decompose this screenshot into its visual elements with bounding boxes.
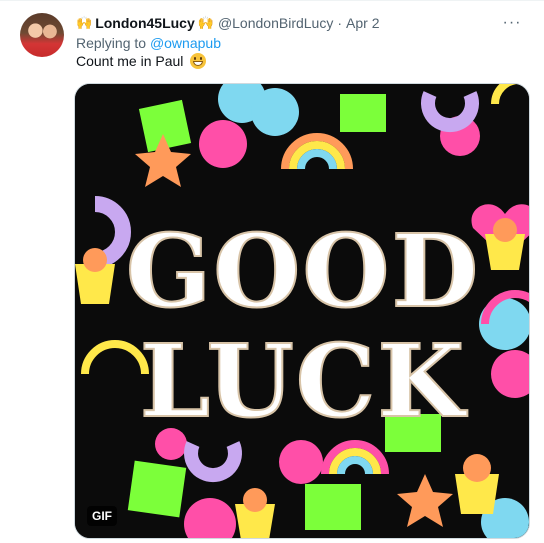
- more-options-icon[interactable]: ···: [500, 11, 524, 35]
- gif-media[interactable]: GOOD LUCK GIF: [74, 83, 530, 539]
- gif-text-line2: LUCK: [140, 322, 468, 440]
- grinning-face-icon: [190, 53, 207, 69]
- display-name[interactable]: London45Lucy: [95, 15, 195, 31]
- pot-of-gold-icon: [243, 488, 267, 512]
- tweet-text-body: Count me in Paul: [76, 53, 184, 69]
- tweet-text: Count me in Paul: [76, 53, 207, 69]
- pot-of-gold-icon: [463, 454, 491, 482]
- raised-hands-emoji-icon: 🙌: [197, 15, 214, 31]
- tweet[interactable]: 🙌 London45Lucy 🙌 @LondonBirdLucy · Apr 2…: [0, 0, 544, 543]
- pot-of-gold-icon: [83, 248, 107, 272]
- tweet-date[interactable]: Apr 2: [346, 15, 379, 31]
- raised-hands-emoji-icon: 🙌: [76, 15, 93, 31]
- user-handle[interactable]: @LondonBirdLucy: [218, 15, 333, 31]
- green-clover-icon: [305, 484, 361, 530]
- green-clover-icon: [340, 94, 386, 132]
- reply-prefix: Replying to: [76, 35, 147, 51]
- good-luck-gif-image: GOOD LUCK: [75, 84, 529, 538]
- separator: ·: [337, 15, 343, 31]
- gif-text-line1: GOOD: [126, 212, 480, 330]
- reply-context: Replying to @ownapub: [76, 35, 221, 51]
- pink-balloon-icon: [199, 120, 247, 168]
- pot-of-gold-icon: [493, 218, 517, 242]
- gif-badge: GIF: [87, 506, 117, 526]
- reply-target-link[interactable]: @ownapub: [150, 35, 221, 51]
- tweet-header: 🙌 London45Lucy 🙌 @LondonBirdLucy · Apr 2…: [76, 13, 524, 33]
- green-clover-icon: [127, 460, 187, 518]
- avatar[interactable]: [20, 13, 64, 57]
- pink-balloon-icon: [279, 440, 323, 484]
- blue-moon-icon: [251, 88, 299, 136]
